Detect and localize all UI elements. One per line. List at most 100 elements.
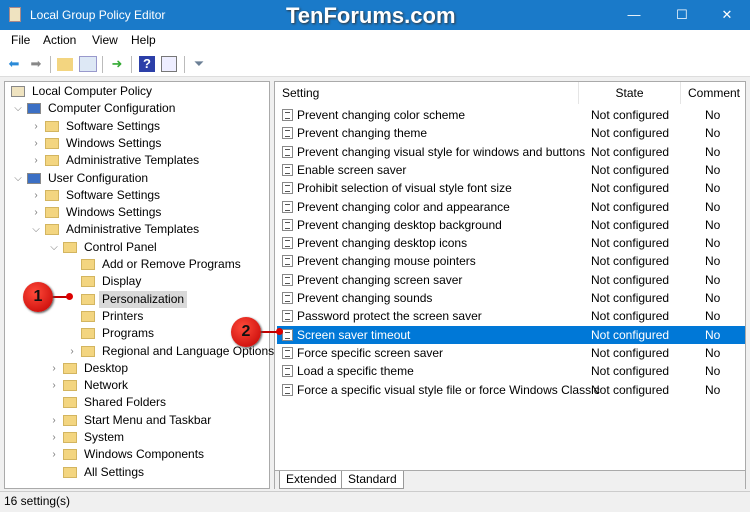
setting-row[interactable]: Password protect the screen saver Not co… <box>277 307 745 325</box>
folder-icon <box>63 466 77 478</box>
tree-item[interactable]: ⌵ Computer Configuration <box>5 100 269 117</box>
chevron-down-icon[interactable]: ⌵ <box>13 170 23 187</box>
setting-row[interactable]: Prohibit selection of visual style font … <box>277 179 745 197</box>
chevron-down-icon[interactable]: ⌵ <box>49 239 59 256</box>
policy-setting-icon <box>282 365 293 378</box>
setting-state: Not configured <box>591 217 670 232</box>
tree-item[interactable]: › Windows Settings <box>5 135 269 152</box>
tree-item[interactable]: › Administrative Templates <box>5 152 269 169</box>
tree-item[interactable]: ⌵ User Configuration <box>5 170 269 187</box>
setting-name: Prevent changing color scheme <box>297 108 466 122</box>
setting-row[interactable]: Prevent changing sounds Not configured N… <box>277 289 745 307</box>
setting-comment: No <box>705 327 721 342</box>
column-header-state[interactable]: State <box>579 82 681 104</box>
back-icon[interactable]: ⬅ <box>6 56 22 72</box>
column-header-setting[interactable]: Setting <box>275 82 579 104</box>
tab-standard[interactable]: Standard <box>341 471 404 489</box>
tree-item[interactable]: ⌵ Administrative Templates <box>5 221 269 238</box>
chevron-right-icon[interactable]: › <box>49 446 59 463</box>
tree-item[interactable]: ⌵ Control Panel <box>5 239 269 256</box>
tree-item-label: Control Panel <box>84 239 157 254</box>
setting-row[interactable]: Prevent changing desktop icons Not confi… <box>277 234 745 252</box>
tree-item[interactable]: › Windows Settings <box>5 204 269 221</box>
policy-icon <box>11 86 25 97</box>
tree-item-label: Windows Components <box>84 447 205 462</box>
tree-item[interactable]: › Network <box>5 377 269 394</box>
tree-item[interactable]: Add or Remove Programs <box>5 256 269 273</box>
tree-item[interactable]: › Software Settings <box>5 118 269 135</box>
folder-icon <box>81 310 95 322</box>
setting-name: Prevent changing color and appearance <box>297 199 510 214</box>
chevron-right-icon[interactable]: › <box>49 360 59 377</box>
tree-item[interactable]: Programs <box>5 325 269 342</box>
setting-row[interactable]: Prevent changing theme Not configured No <box>277 124 745 142</box>
chevron-right-icon[interactable]: › <box>49 429 59 446</box>
policy-setting-icon <box>282 218 293 231</box>
tree-item[interactable]: › System <box>5 429 269 446</box>
tree-item[interactable]: All Settings <box>5 464 269 481</box>
up-folder-icon[interactable] <box>57 58 73 71</box>
setting-row[interactable]: Prevent changing mouse pointers Not conf… <box>277 252 745 270</box>
tree-item-label: Administrative Templates <box>66 222 200 237</box>
tab-extended[interactable]: Extended <box>279 471 344 489</box>
column-header-comment[interactable]: Comment <box>681 82 747 104</box>
show-hide-tree-icon[interactable] <box>79 56 97 72</box>
menu-file[interactable]: File <box>11 33 30 47</box>
setting-row[interactable]: Prevent changing visual style for window… <box>277 143 745 161</box>
chevron-right-icon[interactable]: › <box>31 152 41 169</box>
setting-row[interactable]: Force a specific visual style file or fo… <box>277 381 745 399</box>
tree-item[interactable]: › Software Settings <box>5 187 269 204</box>
tree-item[interactable]: › Desktop <box>5 360 269 377</box>
chevron-right-icon[interactable]: › <box>31 187 41 204</box>
tree-item[interactable]: Shared Folders <box>5 394 269 411</box>
setting-row[interactable]: Prevent changing color and appearance No… <box>277 198 745 216</box>
maximize-button[interactable]: ☐ <box>659 0 705 30</box>
close-button[interactable]: ✕ <box>704 0 750 30</box>
policy-setting-icon <box>282 328 293 341</box>
chevron-right-icon[interactable]: › <box>49 377 59 394</box>
setting-name: Password protect the screen saver <box>297 309 482 324</box>
setting-comment: No <box>705 144 721 159</box>
setting-row[interactable]: Enable screen saver Not configured No <box>277 161 745 179</box>
chevron-right-icon[interactable]: › <box>31 118 41 135</box>
menu-view[interactable]: View <box>92 33 118 47</box>
setting-comment: No <box>705 382 721 397</box>
setting-row[interactable]: Prevent changing desktop background Not … <box>277 216 745 234</box>
setting-state: Not configured <box>591 144 670 159</box>
filter-icon[interactable]: ⏷ <box>191 56 207 72</box>
setting-state: Not configured <box>591 309 670 324</box>
folder-icon <box>63 432 77 443</box>
setting-comment: No <box>705 162 721 177</box>
setting-row[interactable]: Force specific screen saver Not configur… <box>277 344 745 362</box>
tree-item[interactable]: › Regional and Language Options <box>5 343 274 360</box>
setting-state: Not configured <box>591 327 670 342</box>
setting-comment: No <box>705 272 721 287</box>
setting-comment: No <box>705 364 721 379</box>
chevron-down-icon[interactable]: ⌵ <box>13 100 23 117</box>
properties-icon[interactable] <box>161 56 177 72</box>
tree-item[interactable]: › Start Menu and Taskbar <box>5 412 269 429</box>
chevron-down-icon[interactable]: ⌵ <box>31 221 41 238</box>
setting-name: Force a specific visual style file or fo… <box>297 382 600 397</box>
chevron-right-icon[interactable]: › <box>31 204 41 221</box>
tree-item-label: Windows Settings <box>66 205 162 220</box>
help-icon[interactable]: ? <box>139 56 155 72</box>
chevron-right-icon[interactable]: › <box>67 343 77 360</box>
chevron-right-icon[interactable]: › <box>31 135 41 152</box>
forward-icon[interactable]: ➡ <box>28 56 44 72</box>
setting-row[interactable]: Load a specific theme Not configured No <box>277 362 745 380</box>
menu-action[interactable]: Action <box>43 33 76 47</box>
setting-state: Not configured <box>591 108 670 122</box>
tree-item[interactable]: Local Computer Policy <box>5 83 269 100</box>
export-icon[interactable]: ➜ <box>109 56 125 72</box>
callout-1: 1 <box>23 282 53 312</box>
minimize-button[interactable]: — <box>611 0 657 30</box>
chevron-right-icon[interactable]: › <box>49 412 59 429</box>
menu-help[interactable]: Help <box>131 33 156 47</box>
setting-row[interactable]: Prevent changing color scheme Not config… <box>277 106 745 124</box>
setting-row[interactable]: Screen saver timeout Not configured No <box>277 325 745 344</box>
folder-icon <box>63 449 77 461</box>
tree-item[interactable]: › Windows Components <box>5 446 269 463</box>
computer-icon <box>27 172 41 184</box>
setting-row[interactable]: Prevent changing screen saver Not config… <box>277 271 745 289</box>
